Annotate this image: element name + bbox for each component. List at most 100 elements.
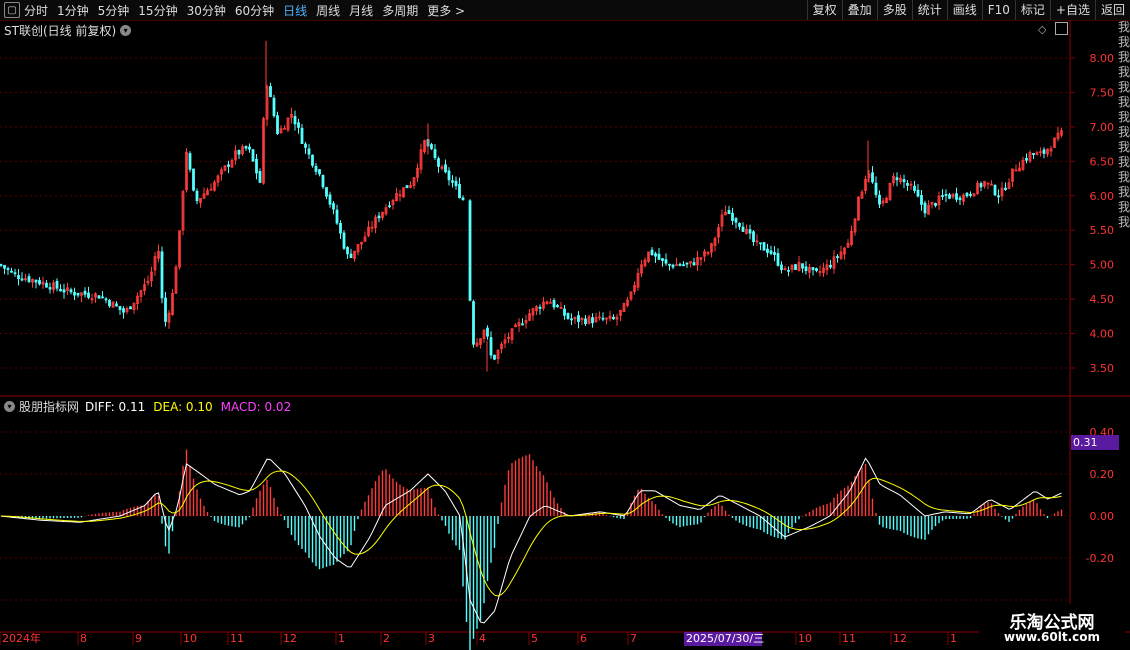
time-tick-label: 7	[630, 632, 637, 645]
candle-body	[969, 193, 972, 196]
candlestick-series	[0, 40, 1063, 372]
candle-body	[965, 192, 969, 197]
candle-body	[468, 200, 472, 301]
candle-body	[773, 252, 776, 255]
candle-body	[591, 317, 594, 324]
watermark: 乐淘公式网 www.60lt.com	[979, 604, 1125, 648]
candle-body	[734, 218, 738, 223]
candle-body	[248, 146, 251, 150]
candle-body	[563, 308, 566, 316]
macd-tick-label: 0.20	[1090, 468, 1115, 481]
price-tick-label: 8.00	[1090, 52, 1115, 65]
candle-body	[73, 291, 76, 296]
candle-body	[871, 172, 874, 183]
candle-body	[570, 318, 573, 321]
candle-body	[472, 301, 475, 345]
candle-body	[444, 164, 447, 173]
candle-body	[346, 247, 349, 255]
price-tick-label: 7.00	[1090, 121, 1115, 134]
time-tick-label: 10	[798, 632, 812, 645]
candle-body	[129, 306, 132, 310]
candle-body	[787, 269, 790, 272]
price-tick-label: 4.50	[1090, 293, 1115, 306]
candle-body	[552, 300, 556, 308]
candle-body	[829, 264, 832, 268]
candle-body	[489, 337, 493, 356]
candle-body	[461, 197, 465, 201]
candle-body	[923, 202, 927, 214]
macd-tick-label: 0.00	[1090, 510, 1115, 523]
candle-body	[115, 303, 118, 307]
candle-body	[342, 232, 346, 249]
candle-body	[45, 282, 48, 288]
candle-body	[804, 266, 808, 272]
candle-body	[300, 127, 304, 144]
candle-body	[752, 231, 755, 243]
candle-body	[878, 194, 881, 205]
candle-body	[10, 270, 13, 273]
candle-body	[339, 222, 342, 234]
candle-body	[318, 169, 321, 175]
candle-body	[556, 305, 559, 308]
candle-body	[1004, 187, 1007, 190]
candle-body	[1025, 158, 1028, 161]
candle-body	[958, 197, 962, 201]
candle-body	[815, 268, 818, 271]
time-tick-label: 5	[531, 632, 538, 645]
candle-body	[388, 205, 391, 208]
side-strip: 我我我我我我我我我我我我我我	[1118, 20, 1130, 229]
candle-body	[948, 194, 951, 199]
candle-body	[237, 149, 241, 155]
candle-body	[122, 308, 125, 313]
candle-body	[311, 154, 314, 166]
candle-body	[549, 301, 552, 304]
candle-body	[566, 313, 570, 319]
candle-body	[160, 251, 164, 299]
candle-body	[304, 143, 307, 148]
candle-body	[1042, 149, 1046, 154]
candle-body	[993, 184, 997, 196]
candle-body	[913, 185, 916, 191]
time-tick-label: 2024年	[2, 631, 41, 645]
candle-body	[584, 318, 587, 325]
candle-body	[664, 259, 668, 264]
candle-body	[657, 253, 661, 260]
candle-body	[836, 256, 839, 258]
candle-body	[538, 306, 542, 309]
candle-body	[685, 262, 689, 265]
candle-body	[916, 189, 920, 197]
candle-body	[104, 298, 108, 301]
time-tick-label: 8	[80, 632, 87, 645]
candle-body	[0, 264, 3, 266]
time-tick-label: 11	[842, 632, 856, 645]
price-tick-label: 6.00	[1090, 190, 1115, 203]
candle-body	[731, 212, 734, 221]
candle-body	[906, 183, 909, 186]
time-tick-label: 2	[383, 632, 390, 645]
candle-body	[776, 253, 780, 266]
candle-body	[433, 149, 437, 158]
kline-chart[interactable]: 8.00 7.50 7.00 6.50 6.00 5.50 5.00 4.50 4.00 3.50…	[0, 0, 1130, 650]
candle-body	[769, 250, 773, 254]
candle-body	[276, 115, 279, 135]
candle-body	[979, 183, 983, 188]
candle-body	[780, 264, 783, 271]
candle-body	[944, 194, 948, 196]
candle-body	[451, 180, 454, 183]
candle-body	[20, 278, 24, 281]
candle-body	[283, 127, 286, 130]
candle-body	[76, 292, 80, 296]
candle-body	[118, 305, 122, 311]
price-tick-label: 6.50	[1090, 155, 1115, 168]
candle-body	[601, 317, 605, 320]
candle-body	[269, 86, 272, 98]
time-tick-label: 1	[950, 632, 957, 645]
candle-body	[332, 203, 335, 210]
candle-body	[671, 264, 675, 268]
price-tick-label: 7.50	[1090, 86, 1115, 99]
candle-body	[521, 323, 524, 326]
candle-body	[97, 295, 101, 299]
candle-body	[741, 226, 745, 232]
candle-body	[164, 297, 167, 322]
candle-body	[38, 280, 41, 285]
